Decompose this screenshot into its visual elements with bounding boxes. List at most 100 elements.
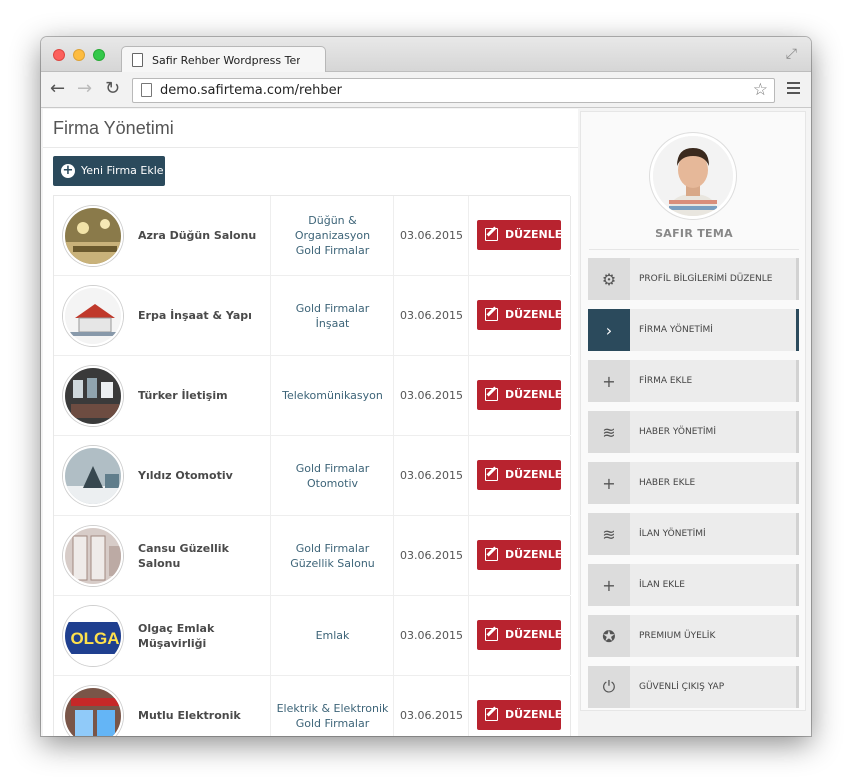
category-link[interactable]: Gold Firmalar xyxy=(296,301,369,316)
hamburger-menu-icon[interactable] xyxy=(787,82,800,97)
category-link[interactable]: Düğün & xyxy=(308,213,356,228)
edit-button[interactable]: DÜZENLE xyxy=(477,620,562,650)
menu-item-premium[interactable]: ✪ PREMIUM ÜYELİK xyxy=(588,615,799,657)
plus-icon: + xyxy=(588,564,630,606)
bookmark-star-icon[interactable]: ☆ xyxy=(753,80,768,100)
plus-circle-icon: + xyxy=(61,163,75,178)
category-link[interactable]: Telekomünikasyon xyxy=(282,388,383,403)
table-row: OLGA Olgaç Emlak Müşavirliği Emlak 03.06… xyxy=(54,596,571,676)
firm-name[interactable]: Olgaç Emlak Müşavirliği xyxy=(138,596,266,675)
menu-item-label: GÜVENLİ ÇIKIŞ YAP xyxy=(639,682,725,692)
fullscreen-icon[interactable]: ⤢ xyxy=(786,46,797,62)
profile-name: SAFIR TEMA xyxy=(655,227,733,240)
firm-thumbnail xyxy=(63,366,123,426)
add-firm-button[interactable]: + Yeni Firma Ekle xyxy=(53,156,165,186)
firm-thumbnail xyxy=(63,286,123,346)
edit-label: DÜZENLE xyxy=(505,548,563,561)
plus-icon: + xyxy=(588,360,630,402)
divider xyxy=(589,249,799,250)
firm-categories[interactable]: Telekomünikasyon xyxy=(271,356,394,435)
firm-name[interactable]: Azra Düğün Salonu xyxy=(138,196,266,275)
menu-item-news-management[interactable]: ≋ HABER YÖNETİMİ xyxy=(588,411,799,453)
firm-table: Azra Düğün Salonu Düğün & Organizasyon G… xyxy=(53,195,571,736)
menu-item-label: PROFİL BİLGİLERİMİ DÜZENLE xyxy=(639,274,773,284)
firm-name[interactable]: Türker İletişim xyxy=(138,356,266,435)
power-icon: ⏻ xyxy=(588,666,630,708)
forward-arrow-icon[interactable]: → xyxy=(77,78,92,100)
minimize-window-button[interactable] xyxy=(73,49,85,61)
category-link[interactable]: Gold Firmalar xyxy=(296,461,369,476)
page-viewport: Firma Yönetimi + Yeni Firma Ekle Azra Dü… xyxy=(41,109,811,736)
edit-button[interactable]: DÜZENLE xyxy=(477,220,562,250)
edit-icon xyxy=(485,708,498,721)
add-firm-label: Yeni Firma Ekle xyxy=(81,164,164,177)
category-link[interactable]: Emlak xyxy=(316,628,350,643)
category-link[interactable]: İnşaat xyxy=(316,316,350,331)
avatar[interactable] xyxy=(650,133,736,219)
sidebar: SAFIR TEMA ⚙ PROFİL BİLGİLERİMİ DÜZENLE … xyxy=(580,111,806,711)
firm-name[interactable]: Yıldız Otomotiv xyxy=(138,436,266,515)
browser-toolbar: ← → ↻ demo.safirtema.com/rehber ☆ xyxy=(41,72,811,108)
category-link[interactable]: Otomotiv xyxy=(307,476,358,491)
category-link[interactable]: Güzellik Salonu xyxy=(290,556,375,571)
firm-categories[interactable]: Emlak xyxy=(271,596,394,675)
menu-item-firm-management[interactable]: › FİRMA YÖNETİMİ xyxy=(588,309,799,351)
url-text[interactable]: demo.safirtema.com/rehber xyxy=(160,83,342,98)
chevron-right-icon: › xyxy=(588,309,630,351)
firm-date: 03.06.2015 xyxy=(400,549,463,562)
edit-icon xyxy=(485,308,498,321)
edit-button[interactable]: DÜZENLE xyxy=(477,460,562,490)
browser-tab[interactable]: Safir Rehber Wordpress Temas xyxy=(121,46,326,73)
edit-button[interactable]: DÜZENLE xyxy=(477,700,563,730)
reload-icon[interactable]: ↻ xyxy=(105,78,120,100)
firm-date: 03.06.2015 xyxy=(400,469,463,482)
close-window-button[interactable] xyxy=(53,49,65,61)
firm-name[interactable]: Mutlu Elektronik xyxy=(138,676,266,736)
menu-item-listing-management[interactable]: ≋ İLAN YÖNETİMİ xyxy=(588,513,799,555)
firm-categories[interactable]: Gold Firmalar İnşaat xyxy=(271,276,394,355)
firm-date: 03.06.2015 xyxy=(400,309,463,322)
page-title: Firma Yönetimi xyxy=(53,118,174,138)
award-icon: ✪ xyxy=(588,615,630,657)
category-link[interactable]: Gold Firmalar xyxy=(296,716,369,731)
back-arrow-icon[interactable]: ← xyxy=(50,78,65,100)
edit-button[interactable]: DÜZENLE xyxy=(477,300,562,330)
menu-item-logout[interactable]: ⏻ GÜVENLİ ÇIKIŞ YAP xyxy=(588,666,799,708)
firm-categories[interactable]: Elektrik & Elektronik Gold Firmalar xyxy=(271,676,394,736)
table-row: Cansu Güzellik Salonu Gold Firmalar Güze… xyxy=(54,516,571,596)
category-link[interactable]: Gold Firmalar xyxy=(296,243,369,258)
firm-name[interactable]: Cansu Güzellik Salonu xyxy=(138,516,266,595)
address-bar[interactable]: demo.safirtema.com/rehber ☆ xyxy=(132,78,775,103)
firm-categories[interactable]: Gold Firmalar Güzellik Salonu xyxy=(271,516,394,595)
edit-button[interactable]: DÜZENLE xyxy=(477,380,563,410)
logo-text: OLGA xyxy=(70,629,119,648)
firm-date: 03.06.2015 xyxy=(400,389,463,402)
edit-icon xyxy=(485,468,498,481)
table-row: Mutlu Elektronik Elektrik & Elektronik G… xyxy=(54,676,571,736)
edit-button[interactable]: DÜZENLE xyxy=(477,540,563,570)
firm-name[interactable]: Erpa İnşaat & Yapı xyxy=(138,276,266,355)
edit-icon xyxy=(485,548,498,561)
edit-icon xyxy=(485,388,498,401)
firm-thumbnail xyxy=(63,446,123,506)
edit-label: DÜZENLE xyxy=(505,708,563,721)
menu-item-profile-edit[interactable]: ⚙ PROFİL BİLGİLERİMİ DÜZENLE xyxy=(588,258,799,300)
firm-date: 03.06.2015 xyxy=(400,709,463,722)
plus-icon: + xyxy=(588,462,630,504)
firm-thumbnail xyxy=(63,206,123,266)
table-row: Türker İletişim Telekomünikasyon 03.06.2… xyxy=(54,356,571,436)
edit-icon xyxy=(485,228,498,241)
edit-label: DÜZENLE xyxy=(505,388,563,401)
firm-categories[interactable]: Düğün & Organizasyon Gold Firmalar xyxy=(271,196,394,275)
category-link[interactable]: Elektrik & Elektronik xyxy=(277,701,389,716)
page-icon xyxy=(132,53,143,67)
menu-item-add-firm[interactable]: + FİRMA EKLE xyxy=(588,360,799,402)
firm-categories[interactable]: Gold Firmalar Otomotiv xyxy=(271,436,394,515)
category-link[interactable]: Gold Firmalar xyxy=(296,541,369,556)
menu-item-label: FİRMA EKLE xyxy=(639,376,693,386)
category-link[interactable]: Organizasyon xyxy=(295,228,370,243)
menu-item-add-news[interactable]: + HABER EKLE xyxy=(588,462,799,504)
maximize-window-button[interactable] xyxy=(93,49,105,61)
menu-item-add-listing[interactable]: + İLAN EKLE xyxy=(588,564,799,606)
menu-item-label: HABER EKLE xyxy=(639,478,696,488)
